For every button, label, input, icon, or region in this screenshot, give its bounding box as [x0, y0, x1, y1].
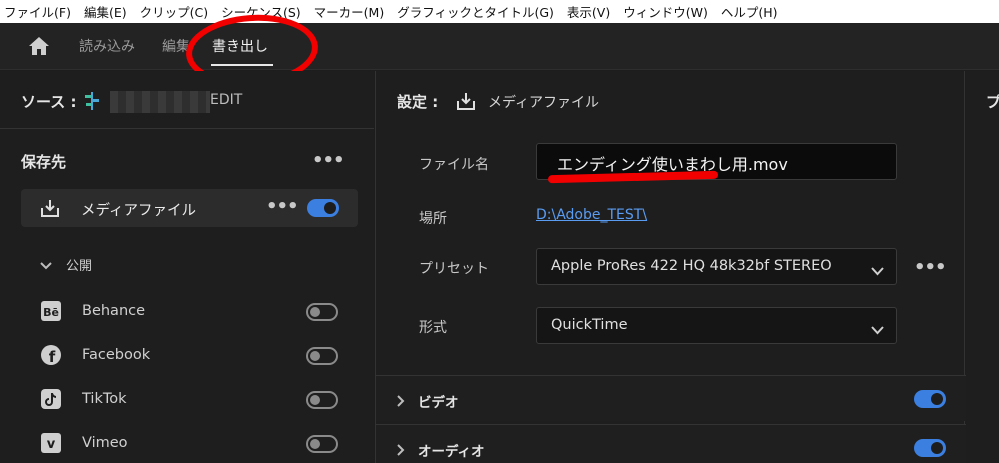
location-label: 場所	[419, 211, 447, 227]
download-icon	[40, 198, 60, 222]
tiktok-toggle[interactable]	[306, 391, 338, 409]
settings-target: メディアファイル	[488, 95, 600, 111]
audio-toggle[interactable]	[914, 439, 946, 457]
svg-text:Bē: Bē	[43, 306, 59, 319]
audio-section[interactable]: オーディオ	[376, 424, 966, 463]
chevron-right-icon	[397, 392, 405, 411]
social-name: Facebook	[82, 347, 151, 363]
media-file-toggle[interactable]	[307, 199, 339, 217]
menu-sequence[interactable]: シーケンス(S)	[221, 2, 301, 21]
social-name: Vimeo	[82, 435, 128, 451]
chevron-right-icon	[397, 441, 405, 460]
preview-panel: プ	[966, 71, 999, 463]
preset-label: プリセット	[419, 261, 489, 277]
preset-more-button[interactable]: •••	[914, 257, 947, 278]
menu-view[interactable]: 表示(V)	[567, 2, 610, 21]
redacted-source-name	[110, 91, 210, 113]
publish-header[interactable]: 公開	[40, 255, 92, 274]
sequence-icon	[82, 91, 102, 115]
preview-label: プ	[986, 93, 999, 111]
menu-file[interactable]: ファイル(F)	[4, 2, 71, 21]
chevron-down-icon	[40, 259, 54, 274]
preset-value: Apple ProRes 422 HQ 48k32bf STEREO	[551, 258, 832, 274]
behance-toggle[interactable]	[306, 303, 338, 321]
destination-panel: ソース : EDIT 保存先 ••• メディアファイル ••• 公開 Bē Be…	[0, 71, 374, 463]
menu-bar: ファイル(F) 編集(E) クリップ(C) シーケンス(S) マーカー(M) グ…	[0, 0, 999, 23]
format-dropdown[interactable]: QuickTime	[536, 307, 897, 344]
destination-more-button[interactable]: •••	[312, 150, 345, 171]
filename-label: ファイル名	[419, 157, 489, 173]
menu-help[interactable]: ヘルプ(H)	[721, 2, 778, 21]
menu-graphics[interactable]: グラフィックとタイトル(G)	[397, 2, 554, 21]
video-label: ビデオ	[418, 395, 459, 411]
workspace-header: 読み込み 編集 書き出し	[0, 23, 999, 70]
settings-panel: 設定 : メディアファイル ファイル名 エンディング使いまわし用.mov 場所 …	[375, 71, 966, 463]
chevron-down-icon	[871, 261, 884, 280]
behance-icon: Bē	[40, 300, 62, 322]
social-row-vimeo: v Vimeo	[40, 432, 360, 456]
preset-dropdown[interactable]: Apple ProRes 422 HQ 48k32bf STEREO	[536, 248, 897, 285]
home-icon[interactable]	[27, 35, 51, 57]
destination-title: 保存先	[21, 153, 67, 171]
active-tab-indicator	[211, 64, 273, 66]
settings-label: 設定 :	[397, 93, 439, 111]
settings-header: 設定 : メディアファイル	[376, 71, 966, 129]
social-name: Behance	[82, 303, 146, 319]
menu-marker[interactable]: マーカー(M)	[314, 2, 385, 21]
chevron-down-icon	[871, 320, 884, 339]
location-link[interactable]: D:\Adobe_TEST\	[536, 207, 647, 223]
facebook-toggle[interactable]	[306, 347, 338, 365]
video-section[interactable]: ビデオ	[376, 375, 966, 421]
source-row: ソース : EDIT	[0, 71, 374, 129]
menu-window[interactable]: ウィンドウ(W)	[623, 2, 708, 21]
audio-label: オーディオ	[418, 444, 485, 460]
vimeo-icon: v	[40, 432, 62, 454]
vimeo-toggle[interactable]	[306, 435, 338, 453]
media-file-label: メディアファイル	[81, 203, 196, 219]
source-name: EDIT	[210, 92, 243, 108]
menu-edit[interactable]: 編集(E)	[84, 2, 127, 21]
menu-clip[interactable]: クリップ(C)	[140, 2, 208, 21]
tiktok-icon	[40, 388, 62, 410]
format-label: 形式	[419, 320, 447, 336]
tab-import[interactable]: 読み込み	[79, 36, 135, 56]
tab-export[interactable]: 書き出し	[212, 36, 268, 56]
svg-text:f: f	[49, 348, 56, 366]
social-row-tiktok: TikTok	[40, 388, 360, 412]
svg-text:v: v	[47, 437, 56, 452]
media-file-destination[interactable]: メディアファイル •••	[21, 189, 358, 227]
media-file-more-button[interactable]: •••	[266, 196, 299, 217]
social-row-facebook: f Facebook	[40, 344, 360, 368]
publish-label: 公開	[66, 259, 93, 274]
social-name: TikTok	[82, 391, 127, 407]
download-icon	[456, 91, 476, 115]
format-value: QuickTime	[551, 317, 628, 333]
source-label: ソース :	[21, 93, 77, 111]
facebook-icon: f	[40, 344, 62, 366]
video-toggle[interactable]	[914, 390, 946, 408]
social-row-behance: Bē Behance	[40, 300, 360, 324]
tab-edit[interactable]: 編集	[162, 36, 190, 56]
